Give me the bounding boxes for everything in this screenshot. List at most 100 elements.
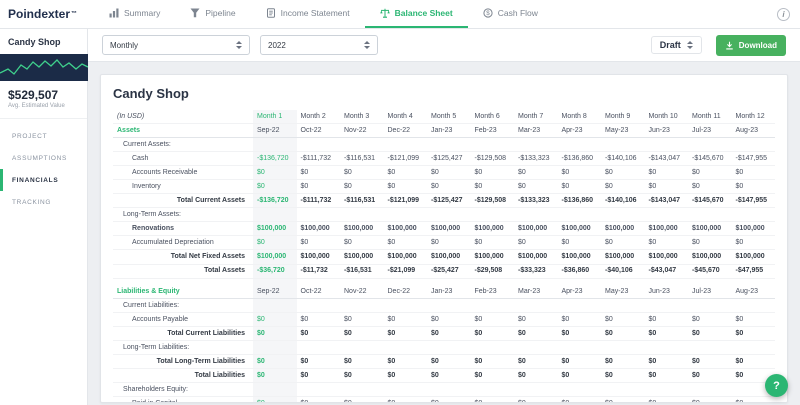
- income-statement-icon: [266, 8, 276, 18]
- empty-cell: [340, 340, 384, 356]
- main-area: Monthly 2022 Draft Download Candy Shop (…: [88, 29, 800, 405]
- value-cell: $0: [514, 165, 558, 181]
- sidebar-item-tracking[interactable]: Tracking: [0, 191, 87, 213]
- value-cell: $0: [383, 368, 427, 384]
- tab-balance-sheet[interactable]: Balance Sheet: [364, 0, 468, 28]
- empty-cell: [514, 137, 558, 153]
- app-root: Poindexter ™ Summary Pipeline Income Statem…: [0, 0, 800, 405]
- value-cell: $0: [340, 368, 384, 384]
- sidebar-item-financials[interactable]: Financials: [0, 169, 87, 191]
- download-button[interactable]: Download: [715, 34, 786, 56]
- empty-cell: [253, 340, 297, 356]
- empty-cell: [688, 382, 732, 398]
- value-cell: $0: [731, 165, 775, 181]
- empty-cell: [557, 207, 601, 223]
- empty-cell: [427, 382, 471, 398]
- row-total-assets: Total Assets -$36,720 -$11,732 -$16,531 -$21…: [113, 264, 775, 279]
- value-cell: $0: [557, 326, 601, 342]
- empty-cell: [427, 137, 471, 153]
- value-cell: $0: [601, 354, 645, 370]
- value-cell: $0: [470, 312, 514, 328]
- value-cell: $0: [470, 179, 514, 195]
- table-header-row: (In USD) Month 1 Month 2 Month 3 Month 4 Mont…: [113, 110, 775, 125]
- value-cell: -$29,508: [470, 264, 514, 279]
- value-cell: $0: [427, 368, 471, 384]
- value-cell: $0: [427, 396, 471, 402]
- value-cell: -$33,323: [514, 264, 558, 279]
- toolbar: Monthly 2022 Draft Download: [88, 29, 800, 62]
- value-cell: -$36,860: [557, 264, 601, 279]
- value-cell: $0: [340, 179, 384, 195]
- value-cell: -$129,508: [470, 193, 514, 209]
- value-cell: $0: [688, 368, 732, 384]
- value-cell: -$111,732: [296, 151, 340, 167]
- app-logo[interactable]: Poindexter ™: [8, 0, 88, 28]
- value-cell: -$133,323: [514, 151, 558, 167]
- value-cell: $0: [340, 312, 384, 328]
- avg-estimated-value-caption: Avg. Estimated Value: [0, 103, 87, 119]
- month-header: Month 12: [731, 110, 775, 125]
- value-cell: $0: [514, 179, 558, 195]
- date-label: Aug-23: [731, 123, 775, 139]
- row-label: Liabilities & Equity: [113, 278, 253, 300]
- row-label: Current Assets:: [113, 137, 253, 153]
- tab-label: Summary: [124, 8, 161, 18]
- cash-flow-icon: $: [483, 8, 493, 18]
- value-cell: $0: [253, 396, 297, 402]
- row-label: Accounts Payable: [113, 312, 253, 328]
- help-button-glyph: ?: [773, 379, 780, 392]
- empty-cell: [731, 340, 775, 356]
- value-cell: $100,000: [557, 221, 601, 237]
- row-cash: Cash -$136,720 -$111,732 -$116,531 -$121,099…: [113, 151, 775, 167]
- value-cell: $100,000: [644, 221, 688, 237]
- value-cell: $0: [601, 396, 645, 402]
- row-accounts-payable: Accounts Payable $0 $0 $0 $0 $0 $0 $0 $0 $0 $0 $0 $0: [113, 312, 775, 328]
- help-button[interactable]: ?: [765, 374, 788, 397]
- month-header: Month 10: [644, 110, 688, 125]
- row-inventory: Inventory $0 $0 $0 $0 $0 $0 $0 $0 $0 $0 $0 $0: [113, 179, 775, 195]
- value-cell: $0: [470, 396, 514, 402]
- tab-cash-flow[interactable]: $ Cash Flow: [468, 0, 553, 28]
- tab-summary[interactable]: Summary: [94, 0, 175, 28]
- value-cell: -$16,531: [340, 264, 384, 279]
- value-cell: $0: [296, 312, 340, 328]
- row-label: Long-Term Assets:: [113, 207, 253, 223]
- date-label: Feb-23: [470, 123, 514, 139]
- value-cell: $100,000: [296, 221, 340, 237]
- period-select[interactable]: Monthly: [102, 35, 250, 55]
- tab-pipeline[interactable]: Pipeline: [175, 0, 250, 28]
- value-cell: $100,000: [427, 221, 471, 237]
- date-label: Sep-22: [253, 278, 297, 300]
- date-label: Dec-22: [383, 123, 427, 139]
- avg-estimated-value: $529,507: [8, 88, 59, 102]
- year-select-value: 2022: [268, 40, 286, 50]
- sidebar-company-name: Candy Shop: [8, 37, 61, 47]
- sidebar-item-assumptions[interactable]: Assumptions: [0, 147, 87, 169]
- value-cell: $0: [601, 326, 645, 342]
- row-label: Accounts Receivable: [113, 165, 253, 181]
- sidebar-item-project[interactable]: Project: [0, 125, 87, 147]
- empty-cell: [470, 137, 514, 153]
- status-select[interactable]: Draft: [650, 36, 702, 54]
- row-paid-in-capital: Paid in Capital$0$0$0$0$0$0$0$0$0$0$0$0: [113, 396, 775, 402]
- month-header: Month 11: [688, 110, 732, 125]
- value-cell: $0: [253, 312, 297, 328]
- value-cell: -$43,047: [644, 264, 688, 279]
- info-icon[interactable]: i: [777, 7, 790, 21]
- tab-income-statement[interactable]: Income Statement: [251, 0, 365, 28]
- empty-cell: [601, 382, 645, 398]
- row-total-liabilities: Total Liabilities $0 $0 $0 $0 $0 $0 $0 $0 $0 $0 $0 $…: [113, 368, 775, 384]
- value-cell: $0: [557, 165, 601, 181]
- month-header: Month 1: [253, 110, 297, 125]
- value-cell: $0: [557, 368, 601, 384]
- value-cell: $0: [296, 179, 340, 195]
- sidebar: Candy Shop $529,507 Avg. Estimated Value…: [0, 29, 88, 405]
- date-label: Jun-23: [644, 278, 688, 300]
- value-cell: $100,000: [514, 221, 558, 237]
- value-cell: $100,000: [383, 249, 427, 265]
- content-area: Candy Shop (In USD) Month 1 Month 2 Month 3…: [88, 62, 800, 405]
- year-select[interactable]: 2022: [260, 35, 378, 55]
- main-tabs: Summary Pipeline Income Statement Balance S…: [94, 0, 553, 28]
- value-cell: $0: [557, 312, 601, 328]
- date-label: Apr-23: [557, 123, 601, 139]
